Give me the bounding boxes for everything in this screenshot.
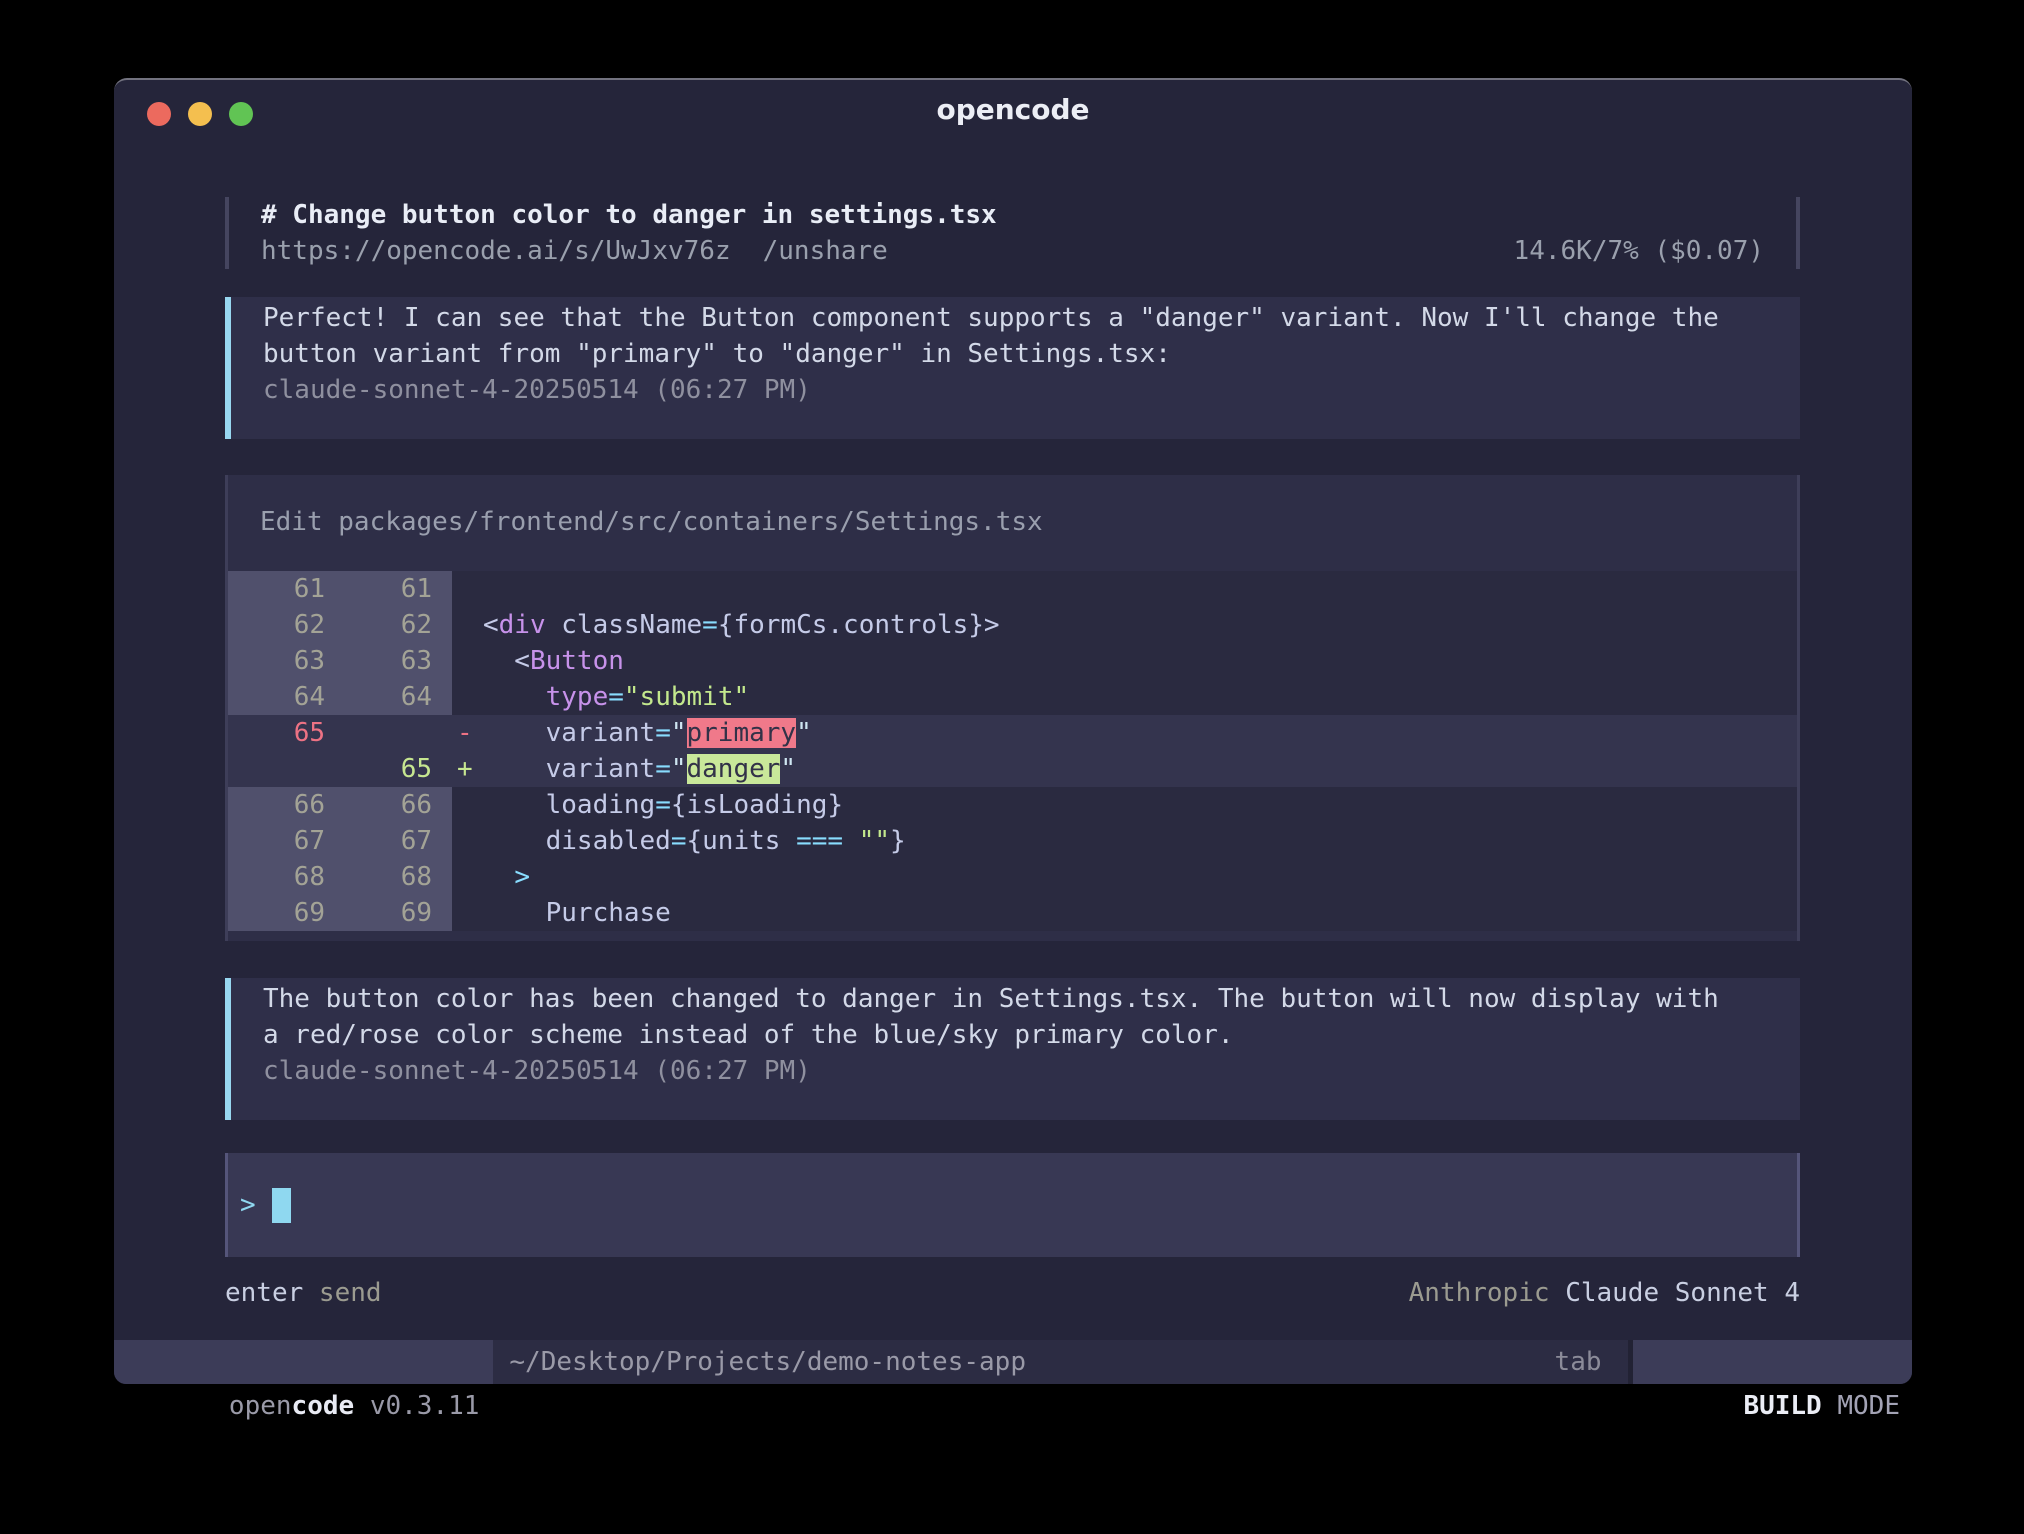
old-line-number: 65 [228,715,338,751]
mode-segment[interactable]: BUILD MODE [1633,1340,1912,1384]
new-line-number: 63 [338,643,452,679]
model-timestamp: claude-sonnet-4-20250514 (06:27 PM) [263,372,1768,408]
new-line-number: 61 [338,571,452,607]
app-version: v0.3.11 [354,1391,479,1421]
session-subtitle: https://opencode.ai/s/UwJxv76z /unshare … [261,233,1764,269]
diff-row: 6666 loading={isLoading} [228,787,1797,823]
old-line-number [228,751,338,787]
code-line: Purchase [483,895,1797,931]
new-line-number: 66 [338,787,452,823]
diff-row: 6969 Purchase [228,895,1797,931]
diff-row: 6161 [228,571,1797,607]
code-line [483,571,1797,607]
session-header: # Change button color to danger in setti… [225,197,1800,269]
code-line: <div className={formCs.controls}> [483,607,1797,643]
mode-build-label: BUILD [1743,1391,1821,1421]
session-title: # Change button color to danger in setti… [261,197,1764,233]
prompt-input[interactable]: > [225,1153,1800,1257]
code-line: variant="primary" [483,715,1797,751]
app-name-code: code [292,1391,355,1421]
diff-marker [452,571,483,607]
diff-marker [452,895,483,931]
diff-row: 6868 > [228,859,1797,895]
new-line-number: 68 [338,859,452,895]
new-line-number: 62 [338,607,452,643]
assistant-message: The button color has been changed to dan… [225,978,1800,1120]
new-line-number: 64 [338,679,452,715]
statusbar-divider [1628,1340,1633,1384]
send-hint: enter send [225,1275,382,1311]
diff-marker: - [452,715,483,751]
diff-marker [452,607,483,643]
diff-view: 61616262 <div className={formCs.controls}… [228,571,1797,931]
message-text: button variant from "primary" to "danger… [263,336,1768,372]
model-indicator: Anthropic Claude Sonnet 4 [1409,1275,1800,1311]
old-line-number: 67 [228,823,338,859]
app-name-open: open [229,1391,292,1421]
diff-marker: + [452,751,483,787]
diff-marker [452,643,483,679]
app-version-segment: opencode v0.3.11 [114,1340,493,1384]
send-label: send [303,1278,381,1308]
window-title: opencode [114,80,1912,138]
message-text: Perfect! I can see that the Button compo… [263,300,1768,336]
diff-row: 6363 <Button [228,643,1797,679]
message-text: The button color has been changed to dan… [263,981,1768,1017]
chat-content: # Change button color to danger in setti… [114,138,1912,1311]
hint-spacer [382,1275,1409,1311]
unshare-command[interactable]: /unshare [763,233,888,269]
diff-row: 65+ variant="danger" [228,751,1797,787]
tab-key-hint: tab [1555,1340,1602,1384]
old-line-number: 66 [228,787,338,823]
text-cursor [272,1188,291,1223]
model-label: Claude Sonnet 4 [1565,1278,1800,1308]
message-text: a red/rose color scheme instead of the b… [263,1017,1768,1053]
project-path: ~/Desktop/Projects/demo-notes-app [509,1340,1026,1384]
edit-file-path: Edit packages/frontend/src/containers/Se… [228,475,1797,571]
diff-marker [452,787,483,823]
model-timestamp: claude-sonnet-4-20250514 (06:27 PM) [263,1053,1768,1089]
prompt-symbol: > [240,1190,256,1220]
old-line-number: 63 [228,643,338,679]
old-line-number: 62 [228,607,338,643]
diff-row: 6767 disabled={units === ""} [228,823,1797,859]
diff-row: 65 - variant="primary" [228,715,1797,751]
code-line: loading={isLoading} [483,787,1797,823]
old-line-number: 68 [228,859,338,895]
code-line: <Button [483,643,1797,679]
mode-mode-label: MODE [1822,1391,1900,1421]
hint-row: enter send Anthropic Claude Sonnet 4 [225,1275,1800,1311]
opencode-window: opencode # Change button color to danger… [114,78,1912,1384]
new-line-number: 67 [338,823,452,859]
diff-row: 6464 type="submit" [228,679,1797,715]
statusbar: opencode v0.3.11 ~/Desktop/Projects/demo… [114,1340,1912,1384]
share-url-link[interactable]: https://opencode.ai/s/UwJxv76z [261,233,731,269]
code-line: disabled={units === ""} [483,823,1797,859]
new-line-number: 69 [338,895,452,931]
old-line-number: 64 [228,679,338,715]
edit-tool-card: Edit packages/frontend/src/containers/Se… [225,475,1800,941]
provider-label: Anthropic [1409,1278,1566,1308]
assistant-message: Perfect! I can see that the Button compo… [225,297,1800,439]
token-cost-stats: 14.6K/7% ($0.07) [1514,233,1764,269]
old-line-number: 61 [228,571,338,607]
diff-row: 6262 <div className={formCs.controls}> [228,607,1797,643]
diff-marker [452,859,483,895]
diff-marker [452,823,483,859]
code-line: type="submit" [483,679,1797,715]
diff-marker [452,679,483,715]
titlebar: opencode [114,80,1912,138]
code-line: variant="danger" [483,751,1797,787]
new-line-number [338,715,452,751]
enter-key-label: enter [225,1278,303,1308]
statusbar-spacer [1026,1340,1555,1384]
old-line-number: 69 [228,895,338,931]
new-line-number: 65 [338,751,452,787]
header-spacer [888,233,1514,269]
code-line: > [483,859,1797,895]
